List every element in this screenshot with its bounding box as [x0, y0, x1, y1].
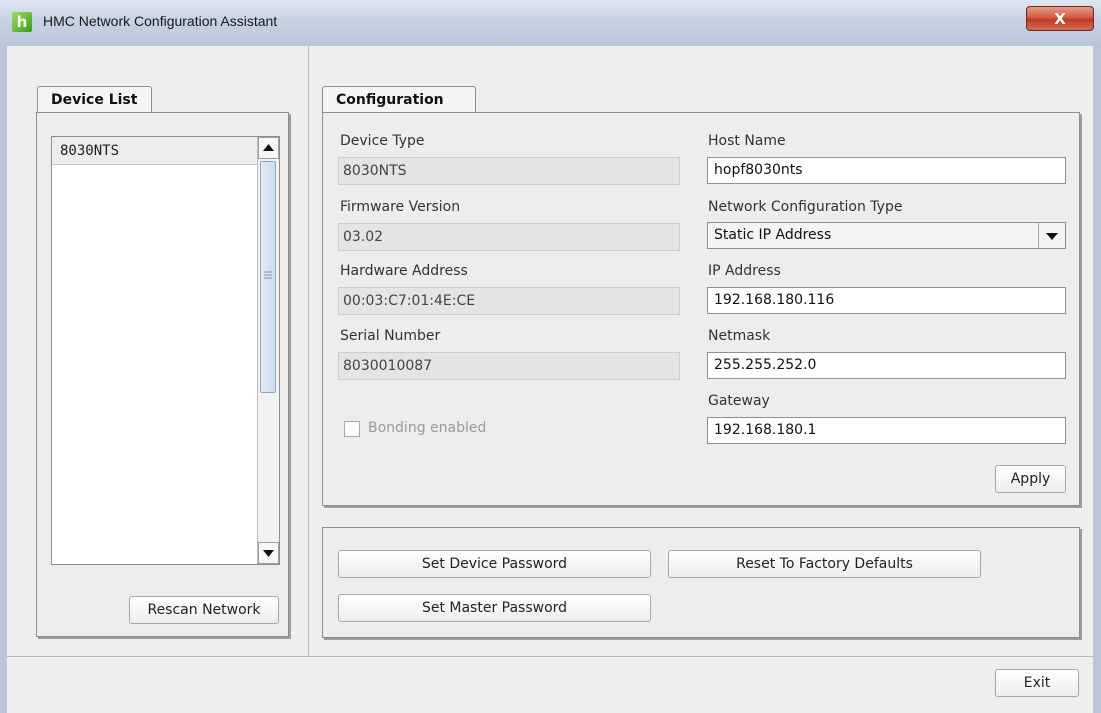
app-logo-icon: h: [12, 12, 32, 32]
gateway-input[interactable]: 192.168.180.1: [707, 417, 1066, 444]
window-frame-left: [0, 46, 7, 713]
actions-panel: Set Device Password Reset To Factory Def…: [322, 527, 1080, 638]
client-area: Device List 8030NTS Rescan Network Confi…: [7, 46, 1093, 713]
bonding-label: Bonding enabled: [368, 420, 487, 436]
host-name-label: Host Name: [708, 133, 786, 149]
arrow-up-icon: [263, 144, 274, 151]
network-type-value: Static IP Address: [714, 227, 832, 243]
window-title: HMC Network Configuration Assistant: [43, 13, 278, 29]
device-list-panel: 8030NTS Rescan Network: [36, 112, 289, 637]
ip-address-label: IP Address: [708, 263, 781, 279]
split-divider-vertical[interactable]: [308, 46, 309, 656]
title-bar[interactable]: h HMC Network Configuration Assistant X: [0, 0, 1101, 47]
device-list[interactable]: 8030NTS: [51, 136, 280, 565]
hardware-address-label: Hardware Address: [340, 263, 468, 279]
scroll-thumb[interactable]: [260, 161, 276, 393]
firmware-version-field: 03.02: [338, 223, 680, 251]
ip-address-input[interactable]: 192.168.180.116: [707, 287, 1066, 314]
close-button[interactable]: X: [1026, 6, 1094, 31]
apply-button[interactable]: Apply: [995, 465, 1066, 493]
firmware-version-label: Firmware Version: [340, 199, 461, 215]
device-type-label: Device Type: [340, 133, 425, 149]
set-master-password-button[interactable]: Set Master Password: [338, 594, 651, 622]
arrow-down-icon: [263, 550, 274, 557]
grip-icon: [264, 271, 272, 279]
tab-device-list[interactable]: Device List: [37, 86, 152, 112]
exit-button[interactable]: Exit: [995, 669, 1079, 697]
split-divider-horizontal: [7, 656, 1093, 657]
netmask-label: Netmask: [708, 328, 771, 344]
gateway-label: Gateway: [708, 393, 770, 409]
window-frame-right: [1093, 46, 1101, 713]
reset-factory-defaults-button[interactable]: Reset To Factory Defaults: [668, 550, 981, 578]
network-type-select[interactable]: Static IP Address: [707, 222, 1066, 249]
list-item[interactable]: 8030NTS: [52, 137, 257, 165]
tab-configuration[interactable]: Configuration: [322, 86, 476, 112]
device-type-field: 8030NTS: [338, 157, 680, 185]
scroll-down-button[interactable]: [258, 542, 279, 564]
dropdown-button[interactable]: [1038, 223, 1065, 248]
host-name-input[interactable]: hopf8030nts: [707, 157, 1066, 184]
bonding-checkbox[interactable]: [344, 421, 360, 437]
scroll-up-button[interactable]: [258, 137, 279, 159]
set-device-password-button[interactable]: Set Device Password: [338, 550, 651, 578]
chevron-down-icon: [1046, 233, 1058, 240]
hardware-address-field: 00:03:C7:01:4E:CE: [338, 287, 680, 315]
configuration-panel: Device Type 8030NTS Firmware Version 03.…: [322, 112, 1080, 506]
network-type-label: Network Configuration Type: [708, 199, 903, 215]
rescan-network-button[interactable]: Rescan Network: [129, 596, 279, 624]
serial-number-label: Serial Number: [340, 328, 441, 344]
list-scrollbar[interactable]: [257, 137, 279, 564]
close-icon: X: [1054, 10, 1066, 28]
netmask-input[interactable]: 255.255.252.0: [707, 352, 1066, 379]
app-window: h HMC Network Configuration Assistant X …: [0, 0, 1101, 713]
serial-number-field: 8030010087: [338, 352, 680, 380]
